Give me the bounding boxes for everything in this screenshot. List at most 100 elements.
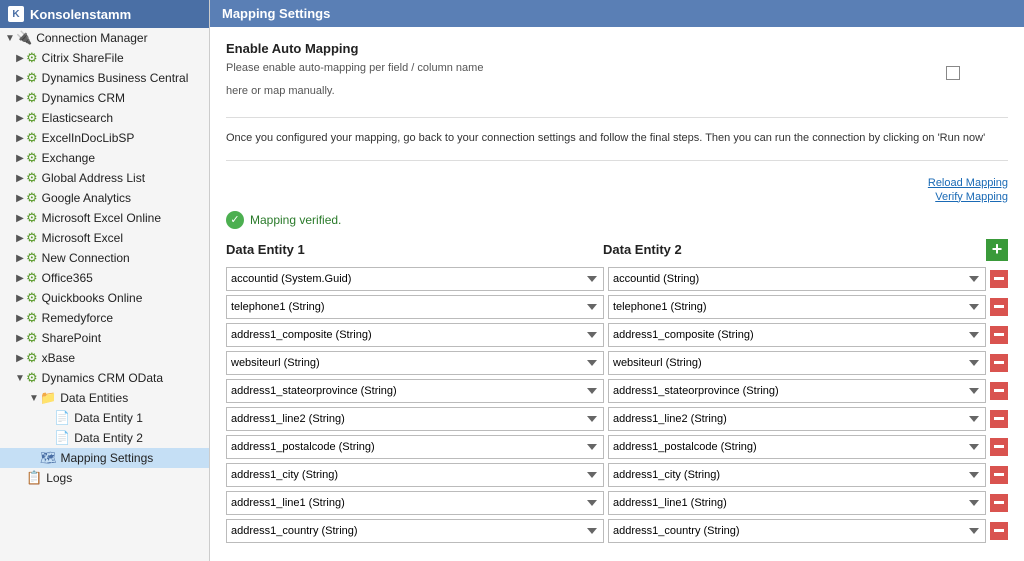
sidebar-item-data_entity_2[interactable]: 📄Data Entity 2 bbox=[0, 428, 209, 448]
gear-icon: ⚙ bbox=[26, 150, 38, 166]
entity1-select[interactable]: address1_composite (String) bbox=[226, 323, 604, 347]
entity2-select[interactable]: address1_stateorprovince (String) bbox=[608, 379, 986, 403]
entity1-select[interactable]: address1_city (String) bbox=[226, 463, 604, 487]
delete-mapping-button[interactable] bbox=[990, 298, 1008, 316]
delete-mapping-button[interactable] bbox=[990, 382, 1008, 400]
mapping-rows-container: accountid (System.Guid)accountid (String… bbox=[226, 267, 1008, 543]
verify-mapping-link[interactable]: Verify Mapping bbox=[935, 191, 1008, 203]
sidebar-item-label: Citrix ShareFile bbox=[42, 51, 124, 65]
table-row: address1_country (String)address1_countr… bbox=[226, 519, 1008, 543]
sidebar-item-dynamics_crm[interactable]: ▶⚙Dynamics CRM bbox=[0, 88, 209, 108]
toggle-icon[interactable]: ▶ bbox=[14, 53, 26, 64]
sidebar-item-sharepoint[interactable]: ▶⚙ SharePoint bbox=[0, 328, 209, 348]
sidebar-root-label: Konsolenstamm bbox=[30, 7, 131, 22]
delete-mapping-button[interactable] bbox=[990, 354, 1008, 372]
toggle-icon[interactable]: ▶ bbox=[14, 173, 26, 184]
delete-mapping-button[interactable] bbox=[990, 438, 1008, 456]
toggle-icon[interactable]: ▶ bbox=[14, 213, 26, 224]
toggle-cm[interactable]: ▼ bbox=[4, 33, 16, 44]
delete-mapping-button[interactable] bbox=[990, 410, 1008, 428]
sidebar-item-label: SharePoint bbox=[42, 331, 101, 345]
sidebar-item-microsoft_excel[interactable]: ▶⚙Microsoft Excel bbox=[0, 228, 209, 248]
sidebar-item-citrix_sharefile[interactable]: ▶⚙Citrix ShareFile bbox=[0, 48, 209, 68]
delete-mapping-button[interactable] bbox=[990, 466, 1008, 484]
sidebar-item-label: Logs bbox=[46, 471, 72, 485]
entity2-select[interactable]: address1_line2 (String) bbox=[608, 407, 986, 431]
entity1-select[interactable]: address1_line1 (String) bbox=[226, 491, 604, 515]
main-panel: Mapping Settings Enable Auto Mapping Ple… bbox=[210, 0, 1024, 561]
toggle-icon[interactable]: ▶ bbox=[14, 93, 26, 104]
delete-mapping-button[interactable] bbox=[990, 270, 1008, 288]
sidebar-item-logs[interactable]: 📋 Logs bbox=[0, 468, 209, 488]
toggle-icon[interactable]: ▶ bbox=[14, 73, 26, 84]
log-icon: 📋 bbox=[26, 470, 42, 486]
gear-icon: ⚙ bbox=[26, 330, 38, 346]
table-row: address1_line1 (String)address1_line1 (S… bbox=[226, 491, 1008, 515]
sidebar-item-dynamics_crm_odata[interactable]: ▼⚙Dynamics CRM OData bbox=[0, 368, 209, 388]
cm-label: Connection Manager bbox=[36, 31, 147, 45]
toggle-icon[interactable]: ▶ bbox=[14, 113, 26, 124]
toggle-icon[interactable]: ▶ bbox=[14, 293, 26, 304]
entity1-select[interactable]: address1_stateorprovince (String) bbox=[226, 379, 604, 403]
reload-mapping-link[interactable]: Reload Mapping bbox=[928, 177, 1008, 189]
auto-mapping-desc-2: here or map manually. bbox=[226, 83, 483, 100]
sidebar-item-label: Data Entity 2 bbox=[74, 431, 143, 445]
entity2-select[interactable]: address1_composite (String) bbox=[608, 323, 986, 347]
entity2-select[interactable]: address1_city (String) bbox=[608, 463, 986, 487]
sidebar-item-quickbooks_online[interactable]: ▶⚙Quickbooks Online bbox=[0, 288, 209, 308]
sidebar-item-microsoft_excel_online[interactable]: ▶⚙Microsoft Excel Online bbox=[0, 208, 209, 228]
gear-icon: ⚙ bbox=[26, 210, 38, 226]
entity2-select[interactable]: address1_postalcode (String) bbox=[608, 435, 986, 459]
sidebar-item-data_entity_1[interactable]: 📄Data Entity 1 bbox=[0, 408, 209, 428]
sidebar-item-mapping_settings[interactable]: 🗺Mapping Settings bbox=[0, 448, 209, 468]
toggle-icon[interactable]: ▶ bbox=[14, 353, 26, 364]
toggle-icon[interactable]: ▶ bbox=[14, 193, 26, 204]
toggle-icon[interactable]: ▶ bbox=[14, 313, 26, 324]
sidebar-item-exchange[interactable]: ▶⚙Exchange bbox=[0, 148, 209, 168]
verified-icon: ✓ bbox=[226, 211, 244, 229]
entity2-select[interactable]: telephone1 (String) bbox=[608, 295, 986, 319]
toggle-icon[interactable]: ▶ bbox=[14, 273, 26, 284]
gear-icon: ⚙ bbox=[26, 350, 38, 366]
entity1-select[interactable]: address1_line2 (String) bbox=[226, 407, 604, 431]
add-mapping-button[interactable]: + bbox=[986, 239, 1008, 261]
delete-mapping-button[interactable] bbox=[990, 494, 1008, 512]
gear-icon: ⚙ bbox=[26, 170, 38, 186]
table-row: websiteurl (String)websiteurl (String) bbox=[226, 351, 1008, 375]
delete-mapping-button[interactable] bbox=[990, 522, 1008, 540]
sidebar-item-global_address_list[interactable]: ▶⚙Global Address List bbox=[0, 168, 209, 188]
toggle-icon[interactable]: ▶ bbox=[14, 253, 26, 264]
toggle-icon[interactable]: ▼ bbox=[14, 373, 26, 384]
entity1-select[interactable]: address1_country (String) bbox=[226, 519, 604, 543]
cm-icon: 🔌 bbox=[16, 30, 32, 46]
delete-mapping-button[interactable] bbox=[990, 326, 1008, 344]
sidebar-item-google_analytics[interactable]: ▶⚙Google Analytics bbox=[0, 188, 209, 208]
sidebar-item-connection-manager[interactable]: ▼ 🔌 Connection Manager bbox=[0, 28, 209, 48]
auto-mapping-checkbox[interactable] bbox=[946, 66, 960, 80]
entity2-select[interactable]: websiteurl (String) bbox=[608, 351, 986, 375]
entity1-select[interactable]: accountid (System.Guid) bbox=[226, 267, 604, 291]
toggle-icon[interactable]: ▼ bbox=[28, 393, 40, 404]
toggle-icon[interactable]: ▶ bbox=[14, 153, 26, 164]
sidebar-item-dynamics_business_central[interactable]: ▶⚙Dynamics Business Central bbox=[0, 68, 209, 88]
entity1-select[interactable]: address1_postalcode (String) bbox=[226, 435, 604, 459]
sidebar-item-office365[interactable]: ▶⚙Office365 bbox=[0, 268, 209, 288]
entity2-select[interactable]: address1_line1 (String) bbox=[608, 491, 986, 515]
toggle-icon[interactable]: ▶ bbox=[14, 133, 26, 144]
toggle-icon[interactable]: ▶ bbox=[14, 233, 26, 244]
entity1-select[interactable]: websiteurl (String) bbox=[226, 351, 604, 375]
entity2-select[interactable]: accountid (String) bbox=[608, 267, 986, 291]
table-row: address1_postalcode (String)address1_pos… bbox=[226, 435, 1008, 459]
toggle-icon[interactable]: ▶ bbox=[14, 333, 26, 344]
gear-icon: ⚙ bbox=[26, 70, 38, 86]
sidebar-item-xbase[interactable]: ▶⚙xBase bbox=[0, 348, 209, 368]
sidebar-item-remedyforce[interactable]: ▶⚙Remedyforce bbox=[0, 308, 209, 328]
sidebar-item-label: Elasticsearch bbox=[42, 111, 113, 125]
entity1-select[interactable]: telephone1 (String) bbox=[226, 295, 604, 319]
sidebar-item-data_entities[interactable]: ▼📁Data Entities bbox=[0, 388, 209, 408]
sidebar-item-excelindoclibsp[interactable]: ▶⚙ExcelInDocLibSP bbox=[0, 128, 209, 148]
gear-icon: ⚙ bbox=[26, 250, 38, 266]
entity2-select[interactable]: address1_country (String) bbox=[608, 519, 986, 543]
sidebar-item-elasticsearch[interactable]: ▶⚙Elasticsearch bbox=[0, 108, 209, 128]
sidebar-item-new_connection[interactable]: ▶⚙New Connection bbox=[0, 248, 209, 268]
